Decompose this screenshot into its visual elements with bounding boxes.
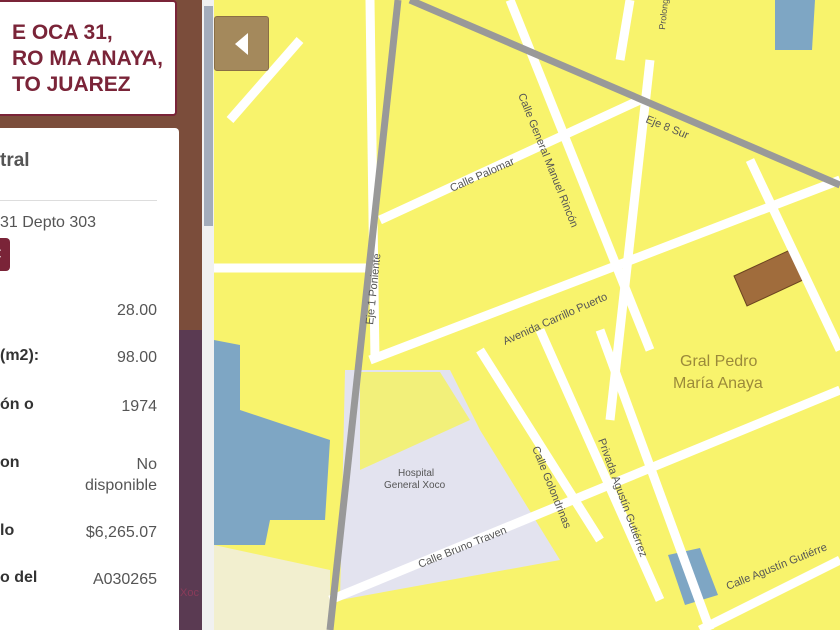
row-label: o del — [0, 569, 38, 586]
label-hospital: General Xoco — [384, 480, 446, 491]
scrollbar-thumb[interactable] — [204, 6, 213, 226]
row-label: ón o — [0, 396, 34, 413]
label-colonia: María Anaya — [673, 375, 763, 392]
remove-button[interactable]: ✖ — [0, 238, 10, 271]
row-value: 28.00 — [116, 302, 157, 319]
map-view[interactable]: Eje 8 Sur Eje 1 Poniente Calle Palomar C… — [214, 0, 840, 630]
label-colonia: Gral Pedro — [680, 353, 757, 370]
row-label: (m2): — [0, 347, 40, 364]
title-line: RO MA ANAYA, — [12, 47, 163, 70]
label-palomar: Calle Palomar — [448, 156, 516, 195]
title-line: E OCA 31, — [12, 21, 113, 44]
row-value: $6,265.07 — [85, 524, 157, 541]
collapse-panel-button[interactable] — [214, 16, 269, 71]
row-value: 1974 — [121, 398, 157, 415]
property-title: E OCA 31, RO MA ANAYA, TO JUAREZ — [0, 0, 177, 116]
map-label-xoco: Xoc — [180, 587, 199, 599]
label-hospital: Hospital — [398, 468, 434, 479]
map-canvas[interactable]: Eje 8 Sur Eje 1 Poniente Calle Palomar C… — [214, 0, 840, 630]
side-panel: Xoc E OCA 31, RO MA ANAYA, TO JUAREZ tra… — [0, 0, 202, 630]
address-text: 31 Depto 303 — [0, 214, 97, 231]
divider — [0, 200, 157, 201]
water-area — [775, 0, 815, 50]
row-value: 98.00 — [116, 349, 157, 366]
label-agustin: Calle Agustín Gutiérre — [725, 541, 829, 592]
info-card: tral 31 Depto 303 ✖ 28.00 (m2): 98.00 ón … — [0, 128, 179, 630]
water-area — [214, 340, 330, 545]
row-label: on — [0, 454, 20, 471]
card-heading: tral — [0, 150, 30, 171]
label-prolongacion: Prolongación — [657, 0, 672, 30]
row-label: lo — [0, 522, 15, 539]
panel-scrollbar[interactable] — [202, 0, 214, 630]
park-area — [214, 545, 330, 630]
title-line: TO JUAREZ — [12, 73, 131, 96]
row-value: No disponible — [84, 456, 157, 494]
row-value: A030265 — [92, 571, 157, 588]
